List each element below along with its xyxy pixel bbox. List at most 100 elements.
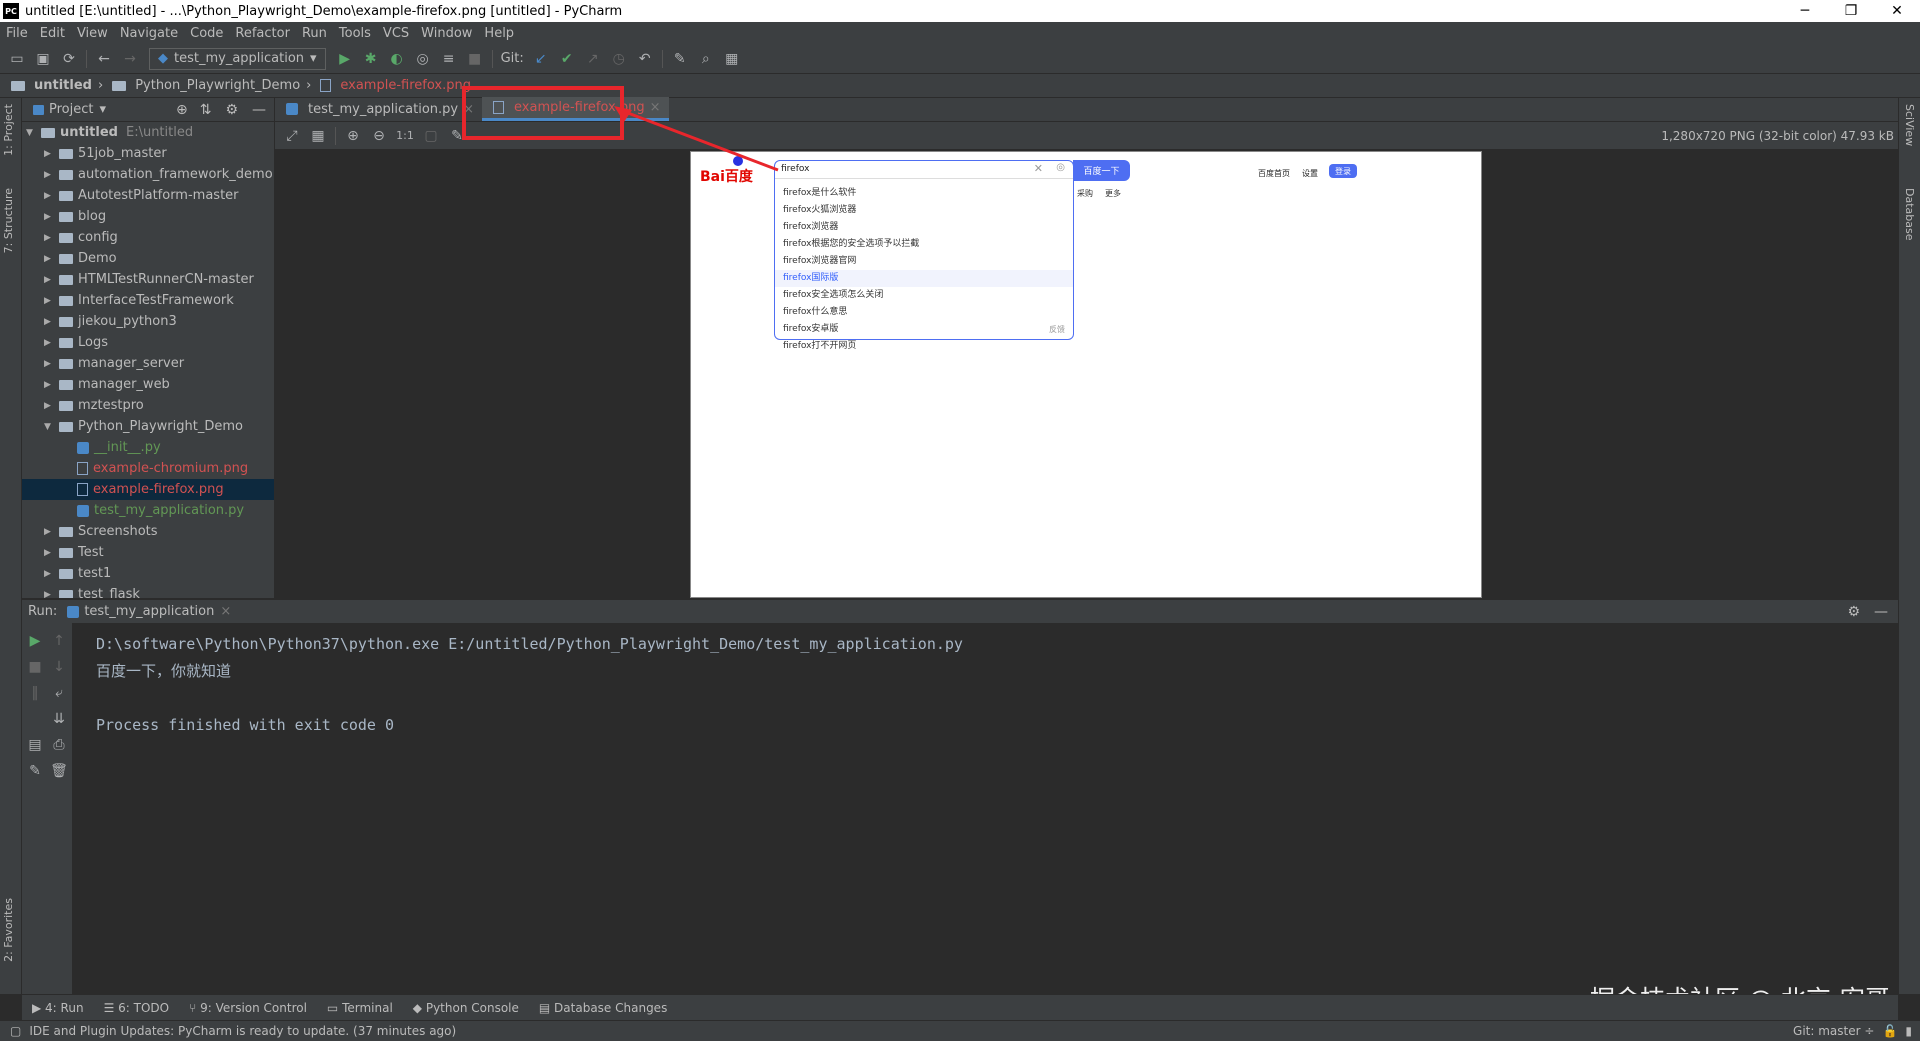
collapse-arrow-icon[interactable]: ▶ <box>44 275 56 285</box>
tree-item[interactable]: ▼ Python_Playwright_Demo <box>22 416 274 437</box>
tree-item[interactable]: ▶ automation_framework_demo <box>22 164 274 185</box>
breadcrumb-folder[interactable]: Python_Playwright_Demo <box>109 78 300 93</box>
status-message[interactable]: IDE and Plugin Updates: PyCharm is ready… <box>29 1024 456 1038</box>
collapse-arrow-icon[interactable]: ▶ <box>44 296 56 306</box>
gear-icon[interactable]: ⚙ <box>1847 604 1860 620</box>
tree-item[interactable]: ▶ mztestpro <box>22 395 274 416</box>
tree-item[interactable]: __init__.py <box>22 437 274 458</box>
debug-icon[interactable]: ✱ <box>358 47 384 71</box>
structure-tool-tab[interactable]: 7: Structure <box>2 188 15 253</box>
revert-icon[interactable]: ↶ <box>632 47 658 71</box>
top-link-settings[interactable]: 设置 <box>1302 168 1318 179</box>
menu-file[interactable]: File <box>0 26 34 41</box>
collapse-arrow-icon[interactable]: ▶ <box>44 569 56 579</box>
collapse-arrow-icon[interactable]: ▶ <box>44 590 56 599</box>
open-folder-icon[interactable]: ▭ <box>4 47 30 71</box>
collapse-arrow-icon[interactable]: ▶ <box>44 149 56 159</box>
collapse-arrow-icon[interactable]: ▶ <box>44 401 56 411</box>
menu-run[interactable]: Run <box>296 26 333 41</box>
tree-item[interactable]: ▶ config <box>22 227 274 248</box>
collapse-arrow-icon[interactable]: ▶ <box>44 317 56 327</box>
menu-refactor[interactable]: Refactor <box>229 26 296 41</box>
save-icon[interactable]: ▣ <box>30 47 56 71</box>
collapse-arrow-icon[interactable]: ▶ <box>44 548 56 558</box>
scroll-to-end-icon[interactable]: ⇊ <box>46 707 72 731</box>
menu-view[interactable]: View <box>71 26 114 41</box>
hide-icon[interactable]: — <box>1874 604 1888 620</box>
tab-terminal[interactable]: ▭ Terminal <box>327 1001 393 1015</box>
login-button[interactable]: 登录 <box>1329 164 1357 178</box>
breadcrumb-file[interactable]: example-firefox.png <box>317 78 471 93</box>
tree-item[interactable]: ▶ Screenshots <box>22 521 274 542</box>
collapse-arrow-icon[interactable]: ▶ <box>44 359 56 369</box>
tree-item[interactable]: ▶ HTMLTestRunnerCN-master <box>22 269 274 290</box>
suggestion-item[interactable]: firefox什么意思 <box>775 304 1073 321</box>
tree-item[interactable]: ▶ jiekou_python3 <box>22 311 274 332</box>
tab-run[interactable]: ▶ 4: Run <box>32 1001 84 1015</box>
tree-item[interactable]: ▶ test_flask <box>22 584 274 598</box>
collapse-arrow-icon[interactable]: ▶ <box>44 254 56 264</box>
rerun-icon[interactable]: ▶ <box>22 629 48 653</box>
zoom-out-icon[interactable]: ⊖ <box>366 124 392 148</box>
back-arrow-icon[interactable]: ← <box>91 47 117 71</box>
down-arrow-icon[interactable]: ↓ <box>46 655 72 679</box>
tree-item[interactable]: example-firefox.png <box>22 479 274 500</box>
menu-navigate[interactable]: Navigate <box>114 26 184 41</box>
collapse-arrow-icon[interactable]: ▶ <box>44 338 56 348</box>
up-arrow-icon[interactable]: ↑ <box>46 629 72 653</box>
tree-item[interactable]: test_my_application.py <box>22 500 274 521</box>
menu-vcs[interactable]: VCS <box>377 26 415 41</box>
stop-icon[interactable]: ■ <box>22 655 48 679</box>
suggestion-item[interactable]: firefox是什么软件 <box>775 185 1073 202</box>
breadcrumb-root[interactable]: untitled <box>8 78 92 93</box>
sync-icon[interactable]: ⟳ <box>56 47 82 71</box>
suggestion-item[interactable]: firefox安全选项怎么关闭 <box>775 287 1073 304</box>
expand-arrow-icon[interactable]: ▼ <box>26 128 38 138</box>
suggestion-item[interactable]: firefox浏览器官网 <box>775 253 1073 270</box>
grid-icon[interactable]: ▦ <box>305 124 331 148</box>
project-tool-tab[interactable]: 1: Project <box>2 104 15 156</box>
locate-icon[interactable]: ⊕ <box>176 102 188 118</box>
collapse-arrow-icon[interactable]: ▶ <box>44 212 56 222</box>
collapse-arrow-icon[interactable]: ▶ <box>44 380 56 390</box>
run-config-dropdown[interactable]: ◆ test_my_application ▾ <box>149 47 326 70</box>
suggestion-item[interactable]: firefox打不开网页 <box>775 338 1073 355</box>
project-view-selector[interactable]: Project <box>49 102 93 117</box>
git-push-icon[interactable]: ↗ <box>580 47 606 71</box>
tree-item[interactable]: ▶ test1 <box>22 563 274 584</box>
fit-window-icon[interactable]: ▢ <box>418 124 444 148</box>
trash-icon[interactable]: 🗑 <box>46 759 72 783</box>
feedback-link[interactable]: 反馈 <box>1049 324 1065 335</box>
baidu-search-button[interactable]: 百度一下 <box>1073 160 1130 181</box>
collapse-arrow-icon[interactable]: ▶ <box>44 527 56 537</box>
lock-icon[interactable]: 🔓 <box>1882 1024 1897 1038</box>
side-link-more[interactable]: 更多 <box>1105 188 1121 199</box>
restore-button[interactable]: ❐ <box>1828 0 1874 22</box>
menu-edit[interactable]: Edit <box>34 26 71 41</box>
run-tab[interactable]: test_my_application <box>84 604 214 619</box>
suggestion-item[interactable]: firefox根据您的安全选项予以拦截 <box>775 236 1073 253</box>
gear-icon[interactable]: ⚙ <box>225 102 238 118</box>
tab-python-console[interactable]: ◆ Python Console <box>413 1001 519 1015</box>
concurrency-icon[interactable]: ≡ <box>436 47 462 71</box>
history-icon[interactable]: ◷ <box>606 47 632 71</box>
tab-test-my-application[interactable]: test_my_application.py × <box>275 97 482 121</box>
profile-icon[interactable]: ◎ <box>410 47 436 71</box>
favorites-tool-tab[interactable]: 2: Favorites <box>2 898 15 962</box>
pause-icon[interactable]: ‖ <box>22 681 48 705</box>
collapse-arrow-icon[interactable]: ▶ <box>44 191 56 201</box>
tree-item[interactable]: ▶ Demo <box>22 248 274 269</box>
wrench-icon[interactable]: ✎ <box>667 47 693 71</box>
close-button[interactable]: ✕ <box>1874 0 1920 22</box>
search-icon[interactable]: ⌕ <box>693 47 719 71</box>
tree-item[interactable]: ▶ Logs <box>22 332 274 353</box>
menu-tools[interactable]: Tools <box>333 26 377 41</box>
collapse-arrow-icon[interactable]: ▶ <box>44 233 56 243</box>
console-output[interactable]: D:\software\Python\Python37\python.exe E… <box>72 623 1898 994</box>
suggestion-item[interactable]: firefox国际版 <box>775 270 1073 287</box>
expand-arrow-icon[interactable]: ▼ <box>44 422 56 432</box>
stop-icon[interactable]: ■ <box>462 47 488 71</box>
chevron-down-icon[interactable]: ▾ <box>99 102 106 117</box>
tab-version-control[interactable]: ⑂ 9: Version Control <box>189 1001 307 1015</box>
collapse-all-icon[interactable]: ⇅ <box>200 102 212 118</box>
